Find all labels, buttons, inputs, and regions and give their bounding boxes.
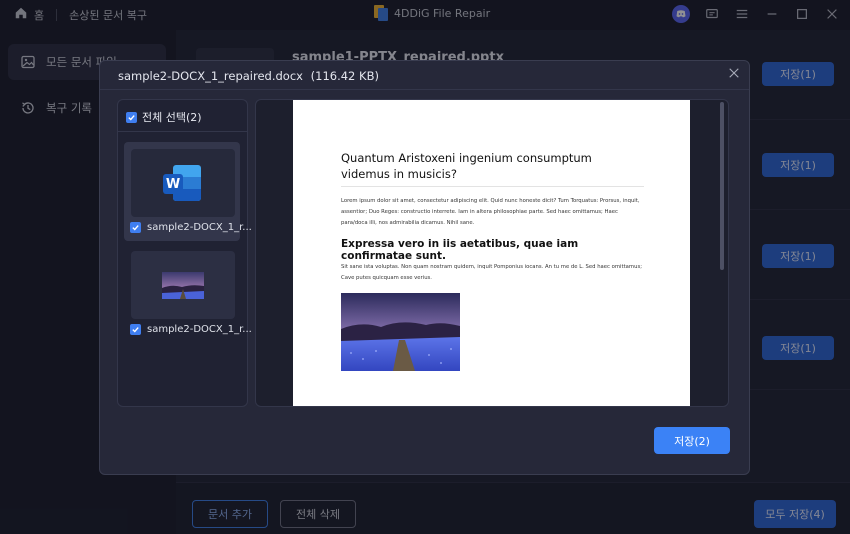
panel-divider — [118, 131, 247, 132]
dialog-title: sample2-DOCX_1_repaired.docx (116.42 KB) — [118, 69, 379, 83]
item-checkbox[interactable] — [130, 222, 141, 233]
dialog-close-icon[interactable] — [727, 67, 741, 81]
item-label: sample2-DOCX_1_r... — [130, 222, 252, 233]
extracted-items-panel: 전체 선택(2) W sample2-DOCX_1_r... sample2-D… — [117, 99, 252, 407]
item-thumbnail — [131, 251, 235, 319]
select-all-checkbox[interactable]: 전체 선택(2) — [126, 109, 202, 125]
dialog-filesize: (116.42 KB) — [310, 69, 379, 83]
dialog-divider — [100, 89, 749, 90]
extracted-item-image[interactable]: sample2-DOCX_1_r... — [124, 249, 252, 348]
select-all-label: 전체 선택(2) — [142, 111, 202, 124]
save-button[interactable]: 저장(2) — [654, 427, 730, 454]
item-checkbox[interactable] — [130, 324, 141, 335]
word-icon: W — [163, 165, 203, 201]
document-page: Quantum Aristoxeni ingenium consumptum v… — [293, 100, 690, 406]
document-heading-2: Expressa vero in iis aetatibus, quae iam… — [341, 238, 579, 262]
landscape-image-icon — [162, 271, 204, 299]
item-thumbnail: W — [131, 149, 235, 217]
dialog-filename: sample2-DOCX_1_repaired.docx — [118, 69, 303, 83]
document-image — [341, 293, 460, 371]
item-label: sample2-DOCX_1_r... — [130, 324, 252, 335]
preview-scrollbar[interactable] — [720, 102, 724, 270]
document-paragraph-1: Lorem ipsum dolor sit amet, consectetur … — [341, 198, 640, 226]
document-heading-1: Quantum Aristoxeni ingenium consumptum v… — [341, 151, 592, 181]
document-preview[interactable]: Quantum Aristoxeni ingenium consumptum v… — [255, 99, 729, 407]
preview-dialog: sample2-DOCX_1_repaired.docx (116.42 KB)… — [99, 60, 750, 475]
heading-underline — [341, 186, 644, 187]
item-name: sample2-DOCX_1_r... — [147, 324, 252, 335]
checkbox-checked-icon — [126, 111, 137, 123]
document-paragraph-2: Sit sane ista voluptas. Non quam nostram… — [341, 264, 642, 281]
extracted-item-word[interactable]: W sample2-DOCX_1_r... — [124, 142, 252, 241]
item-name: sample2-DOCX_1_r... — [147, 222, 252, 233]
